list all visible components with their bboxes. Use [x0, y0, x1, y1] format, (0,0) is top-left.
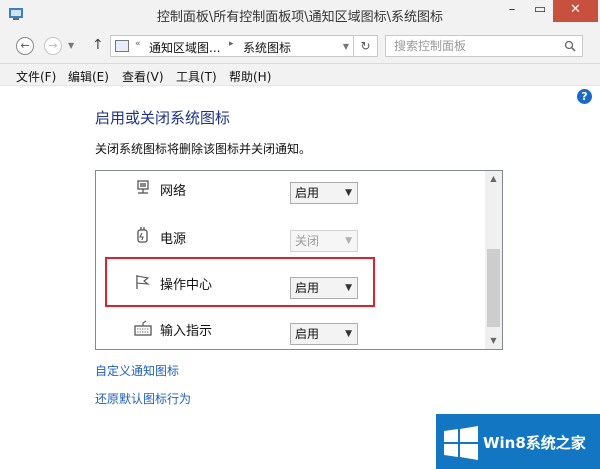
menu-edit[interactable]: 编辑(E) [68, 68, 109, 85]
close-button[interactable]: ✕ [553, 0, 598, 22]
page-title: 启用或关闭系统图标 [95, 109, 231, 127]
menu-help[interactable]: 帮助(H) [229, 68, 271, 85]
behavior-select[interactable]: 启用 ▼ [290, 323, 358, 345]
breadcrumb-separator-icon[interactable]: ▸ [229, 39, 234, 49]
breadcrumb[interactable]: « 通知区域图... ▸ 系统图标 ▼ [110, 35, 354, 57]
row-label: 电源 [160, 232, 187, 247]
page-description: 关闭系统图标将删除该图标并关闭通知。 [95, 142, 312, 156]
row-label: 网络 [160, 184, 187, 199]
watermark-text: Win8系统之家 [483, 434, 586, 452]
minimize-button[interactable]: – [498, 0, 526, 22]
search-input[interactable]: 搜索控制面板 [385, 35, 583, 57]
forward-button[interactable]: → [44, 37, 62, 55]
chevron-down-icon: ▼ [345, 329, 352, 339]
select-value: 启用 [295, 327, 320, 341]
customize-notifications-link[interactable]: 自定义通知图标 [95, 362, 179, 379]
list-item: 电源 关闭 ▼ [96, 215, 486, 259]
behavior-select[interactable]: 启用 ▼ [290, 182, 358, 204]
keyboard-icon [134, 320, 152, 336]
list-item: 输入指示 启用 ▼ [96, 303, 486, 347]
menu-tools[interactable]: 工具(T) [176, 68, 217, 85]
address-bar: ← → ▼ ↑ « 通知区域图... ▸ 系统图标 ▼ ↻ 搜索控制面板 [0, 30, 600, 64]
refresh-button[interactable]: ↻ [354, 35, 378, 57]
menu-view[interactable]: 查看(V) [122, 68, 164, 85]
list-item: 网络 启用 ▼ [96, 171, 486, 215]
chevron-down-icon: ▼ [345, 236, 352, 246]
power-icon [137, 227, 148, 243]
watermark-logo: Win8系统之家 [436, 414, 600, 469]
chevron-down-icon: ▼ [345, 188, 352, 198]
behavior-select: 关闭 ▼ [290, 230, 358, 252]
vertical-scrollbar[interactable]: ▲ ▼ [485, 171, 502, 349]
up-button[interactable]: ↑ [92, 37, 104, 53]
search-placeholder: 搜索控制面板 [394, 39, 467, 53]
breadcrumb-system-icons[interactable]: 系统图标 [243, 39, 291, 56]
help-icon[interactable]: ? [577, 89, 592, 104]
row-label: 输入指示 [160, 324, 213, 339]
network-icon [137, 180, 149, 194]
restore-defaults-link[interactable]: 还原默认图标行为 [95, 390, 191, 407]
menu-file[interactable]: 文件(F) [16, 68, 56, 85]
menu-bar: 文件(F) 编辑(E) 查看(V) 工具(T) 帮助(H) [0, 64, 600, 86]
recent-pages-chevron-icon[interactable]: ▼ [68, 41, 74, 50]
scroll-up-icon[interactable]: ▲ [485, 171, 502, 187]
address-dropdown-icon[interactable]: ▼ [343, 42, 349, 51]
computer-icon [115, 40, 129, 52]
search-icon[interactable] [564, 40, 576, 52]
breadcrumb-notification-icons[interactable]: 通知区域图... [149, 39, 220, 56]
maximize-button[interactable]: ▭ [526, 0, 554, 22]
select-value: 启用 [295, 186, 320, 200]
select-value: 关闭 [295, 234, 320, 248]
highlight-annotation [105, 257, 375, 307]
back-button[interactable]: ← [16, 37, 34, 55]
scrollbar-thumb[interactable] [487, 249, 500, 327]
scroll-down-icon[interactable]: ▼ [485, 333, 502, 349]
title-bar: 控制面板\所有控制面板项\通知区域图标\系统图标 – ▭ ✕ [0, 0, 600, 30]
main-content: ? 启用或关闭系统图标 关闭系统图标将删除该图标并关闭通知。 网络 启用 ▼ 电… [0, 86, 600, 469]
overflow-chevron-icon[interactable]: « [135, 39, 141, 49]
windows-logo-icon [444, 426, 478, 460]
